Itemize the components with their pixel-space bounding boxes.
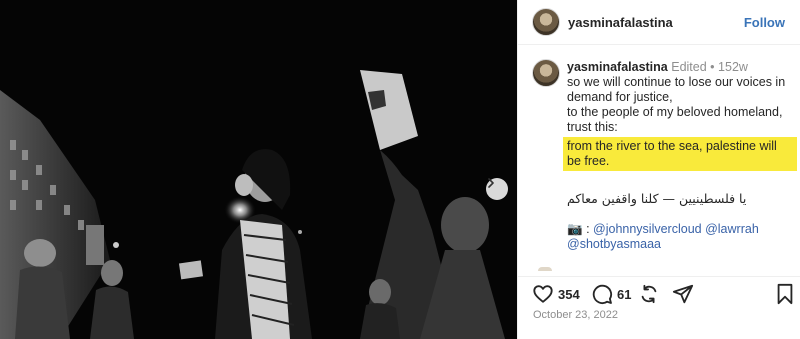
arabic-text: يا فلسطينيين — كلنا واقفين معاكم — [567, 191, 747, 206]
bookmark-icon — [777, 283, 793, 305]
camera-icon: 📷 — [567, 222, 583, 236]
action-bar: 354 61 — [518, 276, 800, 311]
repost-button[interactable] — [638, 283, 660, 305]
mention-link[interactable]: @johnnysilvercloud — [593, 222, 702, 236]
post-age[interactable]: 152w — [718, 60, 748, 74]
follow-button[interactable]: Follow — [744, 15, 785, 30]
share-button[interactable] — [672, 283, 694, 305]
next-photo-button[interactable] — [486, 178, 508, 200]
mention-link[interactable]: @shotbyasmaaa — [567, 237, 661, 251]
edited-label: Edited — [671, 60, 707, 74]
like-button[interactable]: 354 — [532, 283, 580, 305]
chevron-right-icon — [488, 178, 494, 188]
avatar[interactable] — [532, 8, 560, 36]
next-comment-avatar — [538, 267, 552, 271]
meta-separator: • — [710, 60, 715, 74]
share-icon — [672, 284, 694, 304]
header-username[interactable]: yasminafalastina — [568, 15, 673, 30]
mention-link[interactable]: @lawrrah — [705, 222, 759, 236]
caption-line: demand for justice, — [567, 90, 673, 104]
caption-header: yasminafalastina Edited • 152w — [567, 60, 793, 75]
post-date[interactable]: October 23, 2022 — [533, 309, 618, 321]
comment-button[interactable]: 61 — [591, 283, 631, 305]
like-count[interactable]: 354 — [558, 287, 580, 302]
post-header: yasminafalastina Follow — [518, 0, 800, 45]
repost-icon — [641, 284, 657, 304]
highlighted-text: from the river to the sea, palestine wil… — [563, 137, 797, 171]
photo-credits: 📷 : @johnnysilvercloud @lawrrah @shotbya… — [567, 222, 793, 252]
protest-photo-illustration — [0, 0, 517, 339]
caption-username[interactable]: yasminafalastina — [567, 60, 668, 74]
caption: yasminafalastina Edited • 152w so we wil… — [563, 60, 797, 252]
caption-line: so we will continue to lose our voices i… — [567, 75, 786, 89]
caption-avatar[interactable] — [532, 59, 560, 87]
heart-icon — [533, 285, 553, 303]
comment-count[interactable]: 61 — [617, 287, 631, 302]
save-button[interactable] — [775, 283, 795, 305]
caption-line: trust this: — [567, 120, 618, 134]
comment-icon — [592, 284, 613, 304]
credits-prefix: : — [586, 222, 590, 236]
post-photo[interactable] — [0, 0, 517, 339]
caption-line: to the people of my beloved homeland, — [567, 105, 783, 119]
post-side-panel: yasminafalastina Follow yasminafalastina… — [517, 0, 800, 339]
